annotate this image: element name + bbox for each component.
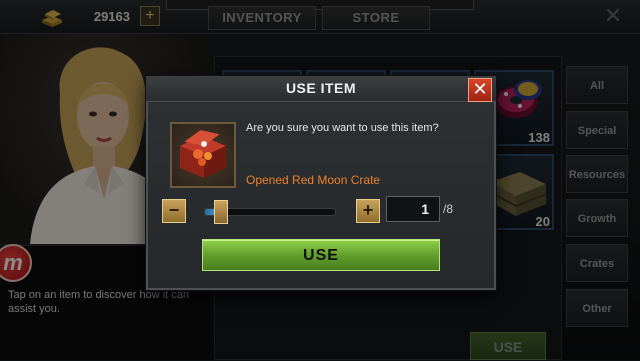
red-moon-crate-icon bbox=[180, 130, 226, 178]
quantity-input[interactable] bbox=[386, 196, 440, 222]
item-image bbox=[170, 122, 236, 188]
increase-quantity-button[interactable]: + bbox=[356, 199, 380, 223]
decrease-quantity-button[interactable]: − bbox=[162, 199, 186, 223]
max-quantity: /8 bbox=[443, 202, 454, 216]
dialog-title: USE ITEM bbox=[285, 80, 357, 96]
confirm-text: Are you sure you want to use this item? bbox=[246, 122, 439, 134]
quantity-slider-handle[interactable] bbox=[214, 200, 228, 224]
item-name: Opened Red Moon Crate bbox=[246, 173, 381, 187]
dialog-close-button[interactable]: ✕ bbox=[468, 78, 492, 102]
use-button[interactable]: USE bbox=[202, 239, 440, 271]
